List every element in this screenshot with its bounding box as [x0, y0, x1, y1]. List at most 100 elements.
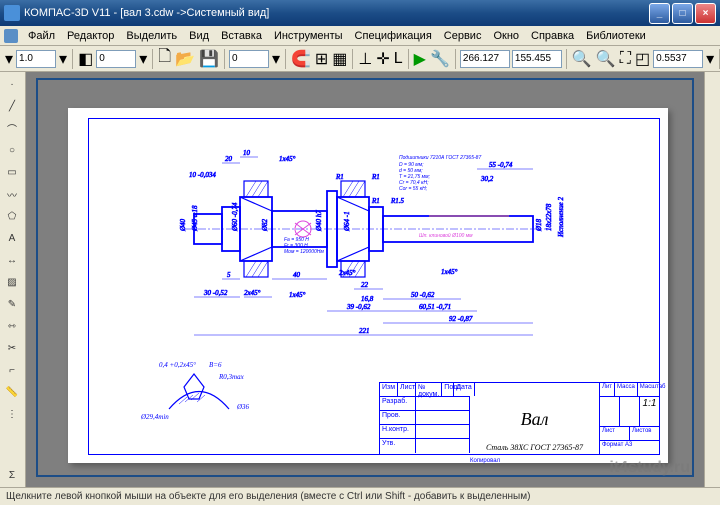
ortho-icon[interactable]: ⊥	[357, 48, 373, 70]
menu-help[interactable]: Справка	[525, 28, 580, 44]
layer-input[interactable]	[96, 50, 136, 68]
zoom-window-icon[interactable]: ◰	[634, 48, 651, 70]
compact-panel-icon[interactable]: Σ	[2, 465, 22, 485]
title-bar: КОМПАС-3D V11 - [вал 3.cdw ->Системный в…	[0, 0, 720, 26]
svg-text:2x45°: 2x45°	[339, 269, 356, 277]
svg-text:1x45°: 1x45°	[279, 155, 296, 163]
arc-tool-icon[interactable]: ⌒	[2, 118, 22, 138]
coord-icon[interactable]: ✛	[375, 48, 390, 70]
drawing-canvas[interactable]: 221 92 -0,87 60,51 -0,71 50 -0,62 39 -0,…	[38, 98, 692, 475]
play-icon[interactable]: ▶	[413, 48, 427, 70]
svg-text:R1: R1	[371, 173, 380, 181]
app-icon	[4, 5, 20, 21]
zoom-out-icon[interactable]: 🔍	[595, 48, 617, 70]
svg-text:2x45°: 2x45°	[244, 289, 261, 297]
svg-text:221: 221	[359, 327, 370, 335]
svg-text:5: 5	[227, 271, 231, 279]
drawing-frame: 221 92 -0,87 60,51 -0,71 50 -0,62 39 -0,…	[88, 118, 660, 455]
layer-dropdown-icon[interactable]: ▾	[138, 48, 148, 70]
close-button[interactable]: ×	[695, 3, 716, 24]
maximize-button[interactable]: □	[672, 3, 693, 24]
edit-tool-icon[interactable]: ✎	[2, 294, 22, 314]
scale-dropdown-icon[interactable]: ▾	[58, 48, 68, 70]
rect-tool-icon[interactable]: ▭	[2, 162, 22, 182]
dim-tool-icon[interactable]: ↔	[2, 250, 22, 270]
svg-text:92 -0,87: 92 -0,87	[449, 315, 473, 323]
text-tool-icon[interactable]: A	[2, 228, 22, 248]
menu-libs[interactable]: Библиотеки	[580, 28, 652, 44]
layer-toggle-icon[interactable]: ◧	[77, 48, 94, 70]
zoom-input[interactable]	[653, 50, 703, 68]
svg-text:R1: R1	[371, 197, 380, 205]
svg-text:10: 10	[243, 149, 251, 157]
point-tool-icon[interactable]: ·	[2, 74, 22, 94]
ucs-icon[interactable]: L	[393, 48, 404, 70]
doc-icon	[4, 29, 18, 43]
menu-tools[interactable]: Инструменты	[268, 28, 349, 44]
fillet-tool-icon[interactable]: ⌐	[2, 360, 22, 380]
x-coord-input[interactable]	[460, 50, 510, 68]
spline-tool-icon[interactable]: 〰	[2, 184, 22, 204]
measure-tool-icon[interactable]: 📏	[2, 382, 22, 402]
y-coord-input[interactable]	[512, 50, 562, 68]
part-title: Вал	[470, 397, 600, 441]
svg-text:50 -0,62: 50 -0,62	[411, 291, 435, 299]
svg-text:Подшипники 7210А ГОСТ 27365-87: Подшипники 7210А ГОСТ 27365-87	[399, 155, 481, 161]
zoom-dropdown-icon[interactable]: ▾	[705, 48, 715, 70]
svg-text:Ø40 h7: Ø40 h7	[315, 210, 323, 232]
drawing-sheet: 221 92 -0,87 60,51 -0,71 50 -0,62 39 -0,…	[68, 108, 668, 463]
svg-text:B=6: B=6	[209, 361, 222, 369]
menu-insert[interactable]: Вставка	[215, 28, 268, 44]
more-tool-icon[interactable]: ⋮	[2, 404, 22, 424]
menu-view[interactable]: Вид	[183, 28, 215, 44]
trim-tool-icon[interactable]: ✂	[2, 338, 22, 358]
props-icon[interactable]: 🔧	[429, 48, 451, 70]
circle-tool-icon[interactable]: ○	[2, 140, 22, 160]
svg-text:Ø82: Ø82	[261, 218, 269, 232]
magnet-icon[interactable]: 🧲	[290, 48, 312, 70]
window-title: КОМПАС-3D V11 - [вал 3.cdw ->Системный в…	[24, 7, 647, 19]
svg-text:30 -0,52: 30 -0,52	[203, 289, 228, 297]
status-bar: Щелкните левой кнопкой мыши на объекте д…	[0, 487, 720, 505]
svg-text:R1.5: R1.5	[390, 197, 405, 205]
vertical-scrollbar[interactable]	[704, 72, 720, 487]
mirror-tool-icon[interactable]: ⇿	[2, 316, 22, 336]
menu-file[interactable]: Файл	[22, 28, 61, 44]
hatch-tool-icon[interactable]: ▨	[2, 272, 22, 292]
menu-service[interactable]: Сервис	[438, 28, 488, 44]
scale-input[interactable]	[16, 50, 56, 68]
zoom-fit-icon[interactable]: ⛶	[619, 48, 632, 70]
svg-text:R0,3max: R0,3max	[218, 373, 245, 381]
svg-text:55 -0,74: 55 -0,74	[489, 161, 513, 169]
menu-bar: Файл Редактор Выделить Вид Вставка Инстр…	[0, 26, 720, 46]
poly-tool-icon[interactable]: ⬠	[2, 206, 22, 226]
grid-icon[interactable]: ▦	[331, 48, 348, 70]
style-dropdown-icon[interactable]: ▾	[271, 48, 281, 70]
minimize-button[interactable]: _	[649, 3, 670, 24]
dropdown-icon[interactable]: ▾	[4, 48, 14, 70]
svg-text:20: 20	[225, 155, 233, 163]
toolbar-1: ▾ ▾ ◧ ▾ 🗋 📂 💾 ▾ 🧲 ⊞ ▦ ⊥ ✛ L ▶ 🔧 🔍 🔍 ⛶ ◰ …	[0, 46, 720, 72]
svg-text:10 -0,034: 10 -0,034	[189, 171, 216, 179]
style-input[interactable]	[229, 50, 269, 68]
snap-icon[interactable]: ⊞	[314, 48, 329, 70]
line-tool-icon[interactable]: ╱	[2, 96, 22, 116]
open-icon[interactable]: 📂	[174, 48, 196, 70]
svg-text:1x45°: 1x45°	[289, 291, 306, 299]
menu-spec[interactable]: Спецификация	[349, 28, 438, 44]
svg-text:Ø36: Ø36	[236, 403, 250, 411]
svg-text:40: 40	[293, 271, 301, 279]
svg-text:Исполнение 2: Исполнение 2	[557, 197, 565, 238]
menu-editor[interactable]: Редактор	[61, 28, 120, 44]
workspace[interactable]: 221 92 -0,87 60,51 -0,71 50 -0,62 39 -0,…	[26, 72, 704, 487]
new-icon[interactable]: 🗋	[157, 48, 172, 70]
save-icon[interactable]: 💾	[198, 48, 220, 70]
status-text: Щелкните левой кнопкой мыши на объекте д…	[6, 491, 530, 502]
zoom-in-icon[interactable]: 🔍	[571, 48, 593, 70]
tool-sidebar: · ╱ ⌒ ○ ▭ 〰 ⬠ A ↔ ▨ ✎ ⇿ ✂ ⌐ 📏 ⋮ Σ	[0, 72, 26, 487]
menu-window[interactable]: Окно	[487, 28, 525, 44]
document-window: 221 92 -0,87 60,51 -0,71 50 -0,62 39 -0,…	[36, 78, 694, 477]
menu-select[interactable]: Выделить	[120, 28, 183, 44]
svg-text:Ø40: Ø40	[179, 218, 187, 232]
svg-text:39 -0,62: 39 -0,62	[346, 303, 371, 311]
